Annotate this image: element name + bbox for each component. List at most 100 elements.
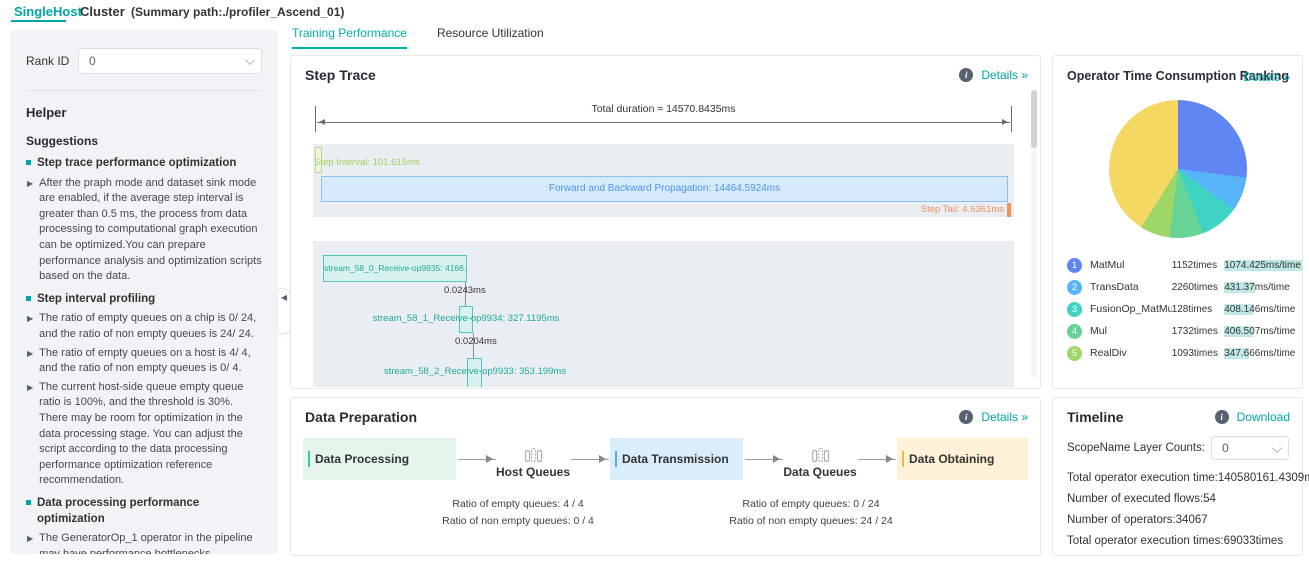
section-title-text: Data processing performance optimization — [37, 496, 262, 527]
suggestion-item: ▶ The current host-side queue empty queu… — [26, 380, 262, 489]
suggestion-text: The ratio of empty queues on a host is 4… — [39, 346, 262, 377]
step-trace-details-link[interactable]: Details » — [981, 68, 1028, 82]
stream-label-1: stream_58_1_Receive-op9934: 327.1195ms — [373, 313, 560, 324]
operator-avg-time: 406.507ms/time — [1224, 326, 1302, 337]
rank-id-row: Rank ID 0 — [26, 48, 262, 74]
helper-title: Helper — [26, 105, 262, 120]
scope-counts-select[interactable]: 0 — [1211, 436, 1289, 460]
host-queues-label: Host Queues — [496, 465, 570, 479]
operator-row[interactable]: 4 Mul 1732times 406.507ms/time — [1067, 320, 1302, 342]
info-icon[interactable]: i — [959, 68, 973, 82]
timeline-download-link[interactable]: Download — [1237, 410, 1290, 424]
step-tail-bar[interactable] — [1007, 203, 1011, 217]
helper-sidebar: Rank ID 0 Helper Suggestions Step trace … — [10, 30, 278, 554]
operator-avg-time: 408.146ms/time — [1224, 304, 1302, 315]
top-header: SingleHost Cluster (Summary path:./profi… — [0, 0, 1309, 24]
operator-times: 1152times — [1172, 260, 1225, 271]
active-tab-underline — [11, 20, 66, 22]
suggestion-item: ▶ The ratio of empty queues on a chip is… — [26, 311, 262, 342]
data-preparation-details-link[interactable]: Details » — [981, 410, 1028, 424]
data-obtaining-box[interactable]: Data Obtaining — [897, 438, 1028, 480]
flow-arrow-icon — [745, 459, 783, 460]
stream-bar-0[interactable]: stream_58_0_Receive-op9935: 4166.2692ms — [323, 255, 467, 282]
suggestion-section-title: Step trace performance optimization — [26, 156, 262, 172]
total-duration-label: Total duration ≈ 14570.8435ms — [315, 103, 1012, 115]
data-ratio-nonempty: Ratio of non empty queues: 24 / 24 — [711, 513, 911, 530]
scrollbar-thumb[interactable] — [1031, 90, 1037, 148]
flow-arrow-icon — [571, 459, 609, 460]
host-queues-node[interactable]: Host Queues — [497, 445, 569, 479]
flow-arrow-icon — [458, 459, 496, 460]
host-queue-ratios: Ratio of empty queues: 4 / 4 Ratio of no… — [418, 496, 618, 530]
tab-training-performance[interactable]: Training Performance — [292, 26, 407, 49]
info-icon[interactable]: i — [959, 410, 973, 424]
profiler-page: SingleHost Cluster (Summary path:./profi… — [0, 0, 1309, 562]
step-interval-label: Step Interval: 101.615ms — [314, 157, 420, 168]
section-title-text: Step trace performance optimization — [37, 156, 236, 172]
operator-ranking-panel: Operator Time Consumption Ranking Detail… — [1052, 55, 1303, 389]
operator-row[interactable]: 2 TransData 2260times 431.37ms/time — [1067, 276, 1302, 298]
info-icon[interactable]: i — [1215, 410, 1229, 424]
step-trace-panel: Step Trace i Details » Total duration ≈ … — [290, 55, 1041, 389]
step-tail-label: Step Tail: 4.6361ms — [921, 204, 1004, 215]
data-transmission-box[interactable]: Data Transmission — [610, 438, 743, 480]
operator-row[interactable]: 3 FusionOp_MatMul... 128times 408.146ms/… — [1067, 298, 1302, 320]
operator-name: RealDiv — [1090, 347, 1172, 359]
main-tabs: Training Performance Resource Utilizatio… — [292, 26, 544, 49]
triangle-bullet-icon: ▶ — [27, 382, 33, 393]
rank-badge: 3 — [1067, 302, 1082, 317]
operator-avg-time: 431.37ms/time — [1224, 282, 1302, 293]
flow-arrow-icon — [858, 459, 896, 460]
queue-icon — [810, 445, 830, 464]
operator-details-link[interactable]: Details » — [1243, 70, 1290, 84]
tab-resource-utilization[interactable]: Resource Utilization — [437, 26, 544, 49]
ruler-arrow-line — [317, 122, 1010, 123]
data-preparation-panel: Data Preparation i Details » Data Proces… — [290, 397, 1041, 556]
section-title-text: Step interval profiling — [37, 292, 155, 308]
queue-icon — [523, 445, 543, 464]
rank-id-value: 0 — [89, 54, 96, 68]
operator-row[interactable]: 5 RealDiv 1093times 347.666ms/time — [1067, 342, 1302, 364]
square-bullet-icon — [26, 500, 31, 505]
operator-name: TransData — [1090, 281, 1172, 293]
rank-badge: 2 — [1067, 280, 1082, 295]
suggestion-item: ▶ After the praph mode and dataset sink … — [26, 176, 262, 285]
suggestion-section-title: Data processing performance optimization — [26, 496, 262, 527]
stream-gap-label-0: 0.0243ms — [444, 285, 486, 296]
suggestions-title: Suggestions — [26, 134, 262, 148]
data-processing-box[interactable]: Data Processing — [303, 438, 456, 480]
stream-gap-label-1: 0.0204ms — [455, 336, 497, 347]
timeline-panel: Timeline i Download ScopeName Layer Coun… — [1052, 397, 1303, 556]
operator-times: 1093times — [1172, 348, 1225, 359]
rank-id-select[interactable]: 0 — [78, 48, 262, 74]
suggestion-text: The ratio of empty queues on a chip is 0… — [39, 311, 262, 342]
chevron-down-icon — [1272, 443, 1282, 453]
fpbp-bar[interactable]: Forward and Backward Propagation: 14464.… — [321, 176, 1008, 202]
square-bullet-icon — [26, 160, 31, 165]
data-flow-diagram: Data Processing Host Queues Data Transmi… — [303, 436, 1028, 482]
suggestion-text: The GeneratorOp_1 operator in the pipeli… — [39, 531, 262, 554]
host-ratio-nonempty: Ratio of non empty queues: 0 / 4 — [418, 513, 618, 530]
summary-path: (Summary path:./profiler_Ascend_01) — [131, 5, 344, 19]
rank-badge: 1 — [1067, 258, 1082, 273]
data-queues-label: Data Queues — [783, 465, 856, 479]
host-ratio-empty: Ratio of empty queues: 4 / 4 — [418, 496, 618, 513]
sidebar-divider — [26, 90, 262, 91]
data-preparation-title: Data Preparation — [305, 409, 417, 425]
data-queues-node[interactable]: Data Queues — [784, 445, 856, 479]
operator-pie-chart[interactable] — [1109, 100, 1247, 238]
timeline-stats: Total operator execution time:140580161.… — [1067, 472, 1294, 556]
timeline-stat: Number of executed flows:54 — [1067, 493, 1294, 505]
suggestion-section-title: Step interval profiling — [26, 292, 262, 308]
timeline-stat: Total operator execution time:140580161.… — [1067, 472, 1294, 484]
operator-list: 1 MatMul 1152times 1074.425ms/time 2 Tra… — [1067, 254, 1302, 364]
scope-counts-row: ScopeName Layer Counts: 0 — [1067, 436, 1289, 460]
rank-badge: 5 — [1067, 346, 1082, 361]
tab-cluster[interactable]: Cluster — [80, 4, 125, 19]
data-queue-ratios: Ratio of empty queues: 0 / 24 Ratio of n… — [711, 496, 911, 530]
rank-id-label: Rank ID — [26, 54, 78, 68]
step-trace-row-2: stream_58_0_Receive-op9935: 4166.2692ms … — [313, 241, 1014, 387]
step-trace-title: Step Trace — [305, 67, 376, 83]
tab-singlehost[interactable]: SingleHost — [14, 4, 82, 19]
operator-row[interactable]: 1 MatMul 1152times 1074.425ms/time — [1067, 254, 1302, 276]
